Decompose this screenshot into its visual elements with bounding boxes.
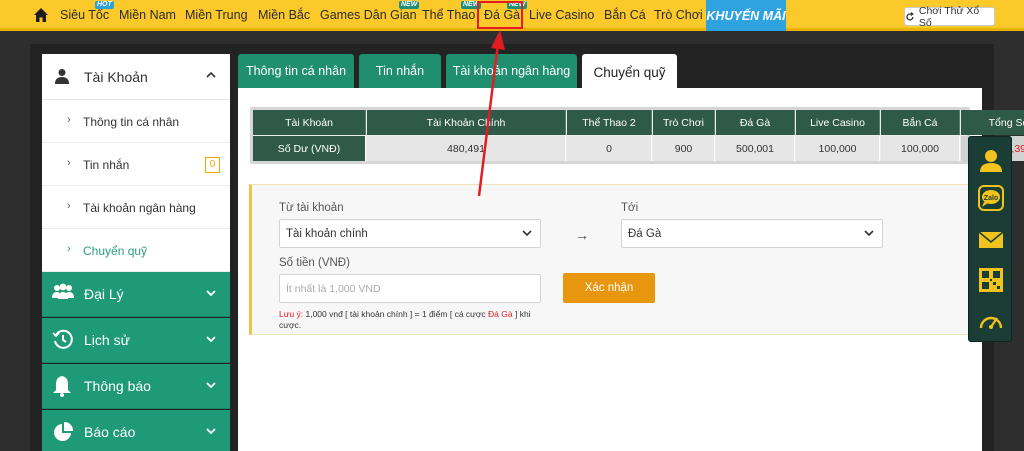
top-nav: Siêu Tốc HOT Miền Nam Miền Trung Miền Bắ… — [0, 0, 1024, 31]
sidebar-item-messages[interactable]: › Tin nhắn 0 — [42, 143, 230, 186]
chevron-down-icon — [206, 428, 216, 435]
table-header: Đá Gà — [716, 110, 795, 135]
try-lottery-label: Chơi Thử Xổ Số — [918, 4, 980, 29]
nav-item-ban-ca[interactable]: Bắn Cá — [604, 8, 646, 22]
chevron-right-icon: › — [67, 157, 71, 169]
table-cell: 480,491 — [367, 136, 566, 161]
sidebar-group-label: Đại Lý — [84, 286, 124, 302]
sidebar-account-label: Tài Khoản — [84, 69, 148, 85]
note-prefix: Lưu ý: — [279, 309, 304, 319]
nav-item-games-dan-gian[interactable]: Games Dân Gian — [320, 8, 417, 22]
hot-badge: HOT — [95, 1, 114, 9]
from-account-select[interactable]: Tài khoản chính — [279, 219, 541, 248]
sidebar-item-label: Tài khoản ngân hàng — [83, 201, 196, 215]
sidebar-item-label: Thông tin cá nhân — [83, 115, 180, 129]
from-account-value: Tài khoản chính — [286, 227, 368, 240]
table-cell: 900 — [653, 136, 715, 161]
sidebar-group-notifications[interactable]: Thông báo — [42, 364, 230, 409]
pie-chart-icon — [54, 421, 74, 441]
group-users-icon — [52, 283, 74, 299]
sidebar-group-label: Lịch sử — [84, 332, 130, 348]
floating-contact-bar: Zalo — [968, 136, 1012, 342]
chevron-down-icon — [206, 336, 216, 343]
sidebar-item-personal-info[interactable]: › Thông tin cá nhân — [42, 100, 230, 143]
history-clock-icon — [52, 329, 73, 349]
table-header: Tài Khoản — [253, 110, 366, 135]
chevron-up-icon — [206, 71, 216, 78]
sidebar-item-bank-account[interactable]: › Tài khoản ngân hàng — [42, 186, 230, 229]
try-lottery-button[interactable]: Chơi Thử Xổ Số — [904, 4, 995, 29]
chevron-down-icon — [522, 230, 532, 237]
nav-item-live-casino[interactable]: Live Casino — [529, 8, 594, 22]
table-header: Live Casino — [796, 110, 880, 135]
sidebar-item-label: Chuyển quỹ — [83, 244, 148, 258]
home-icon[interactable] — [33, 7, 49, 23]
balance-table: Tài Khoản Tài Khoản Chính Thể Thao 2 Trò… — [250, 107, 1024, 164]
sidebar-item-transfer[interactable]: › Chuyển quỹ — [42, 229, 230, 272]
qr-code-icon[interactable] — [978, 267, 1004, 293]
nav-item-mien-bac[interactable]: Miền Bắc — [258, 8, 310, 22]
sidebar-group-label: Thông báo — [84, 378, 151, 394]
chevron-right-icon: › — [67, 114, 71, 126]
tab-bank-account[interactable]: Tài khoản ngân hàng — [446, 54, 577, 88]
chevron-down-icon — [206, 290, 216, 297]
message-count-badge: 0 — [205, 157, 220, 173]
table-header: Tài Khoản Chính — [367, 110, 566, 135]
tab-messages[interactable]: Tin nhắn — [359, 54, 441, 88]
table-header: Bắn Cá — [881, 110, 960, 135]
table-header: Trò Chơi — [653, 110, 715, 135]
support-agent-icon[interactable] — [978, 147, 1004, 173]
arrow-right-icon: → — [575, 227, 589, 243]
zalo-icon[interactable]: Zalo — [978, 185, 1004, 211]
new-badge: NEW — [399, 1, 420, 9]
to-account-select[interactable]: Đá Gà — [621, 219, 883, 248]
nav-item-mien-nam[interactable]: Miền Nam — [119, 8, 176, 22]
chevron-down-icon — [206, 382, 216, 389]
to-account-label: Tới — [621, 202, 639, 214]
sidebar-group-agent[interactable]: Đại Lý — [42, 272, 230, 317]
refresh-icon — [906, 11, 914, 21]
amount-label: Số tiền (VNĐ) — [279, 257, 350, 269]
from-account-label: Từ tài khoản — [279, 202, 344, 214]
email-icon[interactable] — [978, 227, 1004, 253]
table-header: Tổng Số — [961, 110, 1024, 135]
note-body: 1,000 vnđ [ tài khoản chính ] = 1 điểm [… — [303, 309, 489, 319]
sidebar-account-header[interactable]: Tài Khoản — [42, 54, 230, 100]
note-highlight: Đá Gà — [488, 309, 513, 319]
table-cell: 0 — [567, 136, 652, 161]
user-icon — [55, 69, 69, 84]
sidebar: Tài Khoản › Thông tin cá nhân › Tin nhắn… — [42, 54, 230, 451]
chevron-down-icon — [864, 230, 874, 237]
amount-input[interactable] — [279, 274, 541, 303]
speedometer-icon[interactable] — [978, 309, 1004, 335]
chevron-right-icon: › — [67, 243, 71, 255]
table-header: Thể Thao 2 — [567, 110, 652, 135]
nav-item-sieu-toc[interactable]: Siêu Tốc — [60, 8, 109, 22]
to-account-value: Đá Gà — [628, 227, 662, 240]
sidebar-group-label: Báo cáo — [84, 424, 136, 440]
nav-item-tro-choi[interactable]: Trò Chơi — [654, 8, 703, 22]
sidebar-group-history[interactable]: Lịch sử — [42, 318, 230, 363]
sidebar-item-label: Tin nhắn — [83, 158, 130, 172]
nav-item-the-thao[interactable]: Thể Thao — [422, 8, 475, 22]
table-cell: 100,000 — [881, 136, 960, 161]
bell-icon — [53, 376, 71, 397]
svg-text:Zalo: Zalo — [984, 195, 998, 202]
nav-item-mien-trung[interactable]: Miền Trung — [185, 8, 248, 22]
confirm-button[interactable]: Xác nhận — [563, 273, 655, 303]
table-cell: 500,001 — [716, 136, 795, 161]
table-cell: 100,000 — [796, 136, 880, 161]
table-cell: Số Dư (VNĐ) — [253, 136, 366, 161]
sidebar-group-reports[interactable]: Báo cáo — [42, 410, 230, 451]
annotation-highlight-box — [477, 1, 523, 29]
tab-transfer[interactable]: Chuyển quỹ — [582, 54, 677, 90]
promo-link[interactable]: KHUYẾN MÃI — [706, 0, 786, 31]
transfer-note: Lưu ý: 1,000 vnđ [ tài khoản chính ] = 1… — [279, 309, 549, 331]
chevron-right-icon: › — [67, 200, 71, 212]
tab-personal-info[interactable]: Thông tin cá nhân — [238, 54, 354, 88]
